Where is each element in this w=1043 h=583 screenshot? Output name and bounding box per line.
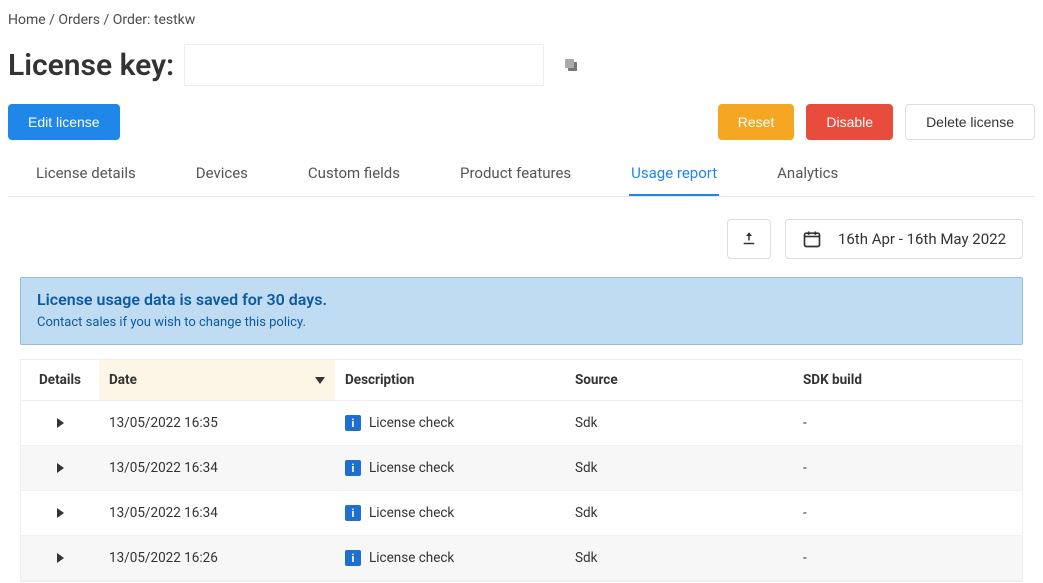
cell-source: Sdk xyxy=(565,536,793,580)
export-icon xyxy=(740,230,758,248)
edit-license-button[interactable]: Edit license xyxy=(8,104,120,140)
th-source[interactable]: Source xyxy=(565,360,793,401)
breadcrumb-current: Order: testkw xyxy=(113,12,196,28)
license-key-label: License key: xyxy=(8,48,174,83)
tab-devices[interactable]: Devices xyxy=(194,154,250,196)
tab-product-features[interactable]: Product features xyxy=(458,154,573,196)
report-toolbar: 16th Apr - 16th May 2022 xyxy=(8,197,1035,277)
breadcrumb-home[interactable]: Home xyxy=(8,12,46,28)
tab-custom-fields[interactable]: Custom fields xyxy=(306,154,402,196)
date-range-text: 16th Apr - 16th May 2022 xyxy=(838,230,1006,248)
cell-source: Sdk xyxy=(565,446,793,490)
table-row: 13/05/2022 16:34 i License check Sdk- xyxy=(21,491,1022,536)
delete-license-button[interactable]: Delete license xyxy=(905,104,1035,140)
sort-desc-icon xyxy=(315,377,325,384)
expand-cell[interactable] xyxy=(21,401,99,445)
chevron-right-icon xyxy=(57,508,64,518)
th-date[interactable]: Date xyxy=(99,360,335,401)
reset-button[interactable]: Reset xyxy=(718,104,795,140)
expand-cell[interactable] xyxy=(21,536,99,580)
th-details[interactable]: Details xyxy=(21,360,99,401)
cell-date: 13/05/2022 16:34 xyxy=(99,446,335,490)
breadcrumb-sep: / xyxy=(103,12,112,28)
disable-button[interactable]: Disable xyxy=(806,104,893,140)
calendar-icon xyxy=(802,229,822,249)
expand-cell[interactable] xyxy=(21,446,99,490)
date-range-picker[interactable]: 16th Apr - 16th May 2022 xyxy=(785,219,1023,259)
breadcrumb: Home / Orders / Order: testkw xyxy=(8,8,1035,36)
cell-description-text: License check xyxy=(369,415,454,431)
tab-analytics[interactable]: Analytics xyxy=(775,154,840,196)
usage-table: Details Date Description Source SDK buil… xyxy=(20,359,1023,582)
cell-description-text: License check xyxy=(369,550,454,566)
export-button[interactable] xyxy=(727,219,771,259)
cell-source: Sdk xyxy=(565,401,793,445)
tabs: License details Devices Custom fields Pr… xyxy=(8,154,1035,197)
chevron-right-icon xyxy=(57,418,64,428)
th-description[interactable]: Description xyxy=(335,360,565,401)
cell-date: 13/05/2022 16:34 xyxy=(99,491,335,535)
license-key-input[interactable] xyxy=(184,44,544,86)
tab-license-details[interactable]: License details xyxy=(34,154,138,196)
info-banner: License usage data is saved for 30 days.… xyxy=(20,277,1023,345)
cell-description: i License check xyxy=(335,536,565,580)
chevron-right-icon xyxy=(57,553,64,563)
cell-description-text: License check xyxy=(369,460,454,476)
table-body: 13/05/2022 16:35iLicense checkSdk-13/05/… xyxy=(21,401,1022,581)
info-icon: i xyxy=(345,415,361,431)
info-icon: i xyxy=(345,505,361,521)
banner-title: License usage data is saved for 30 days. xyxy=(37,290,1006,309)
cell-description: i License check xyxy=(335,401,565,445)
table-row: 13/05/2022 16:34 i License check Sdk- xyxy=(21,446,1022,491)
th-sdk-build[interactable]: SDK build xyxy=(793,360,1022,401)
info-icon: i xyxy=(345,550,361,566)
tab-usage-report[interactable]: Usage report xyxy=(629,154,719,196)
action-bar: Edit license Reset Disable Delete licens… xyxy=(8,104,1035,140)
info-icon: i xyxy=(345,460,361,476)
chevron-right-icon xyxy=(57,463,64,473)
cell-sdk-build: - xyxy=(793,401,1022,445)
table-header: Details Date Description Source SDK buil… xyxy=(21,360,1022,401)
copy-icon[interactable] xyxy=(562,56,580,74)
cell-sdk-build: - xyxy=(793,491,1022,535)
th-date-label: Date xyxy=(109,372,137,388)
table-row: 13/05/2022 16:35 i License check Sdk- xyxy=(21,401,1022,446)
cell-sdk-build: - xyxy=(793,446,1022,490)
cell-description-text: License check xyxy=(369,505,454,521)
cell-description: i License check xyxy=(335,491,565,535)
cell-description: i License check xyxy=(335,446,565,490)
expand-cell[interactable] xyxy=(21,491,99,535)
breadcrumb-orders[interactable]: Orders xyxy=(58,12,100,28)
cell-date: 13/05/2022 16:35 xyxy=(99,401,335,445)
cell-source: Sdk xyxy=(565,491,793,535)
cell-date: 13/05/2022 16:26 xyxy=(99,536,335,580)
page-header: License key: xyxy=(8,44,1035,86)
banner-subtext: Contact sales if you wish to change this… xyxy=(37,315,1006,330)
cell-sdk-build: - xyxy=(793,536,1022,580)
table-row: 13/05/2022 16:26 i License check Sdk- xyxy=(21,536,1022,581)
